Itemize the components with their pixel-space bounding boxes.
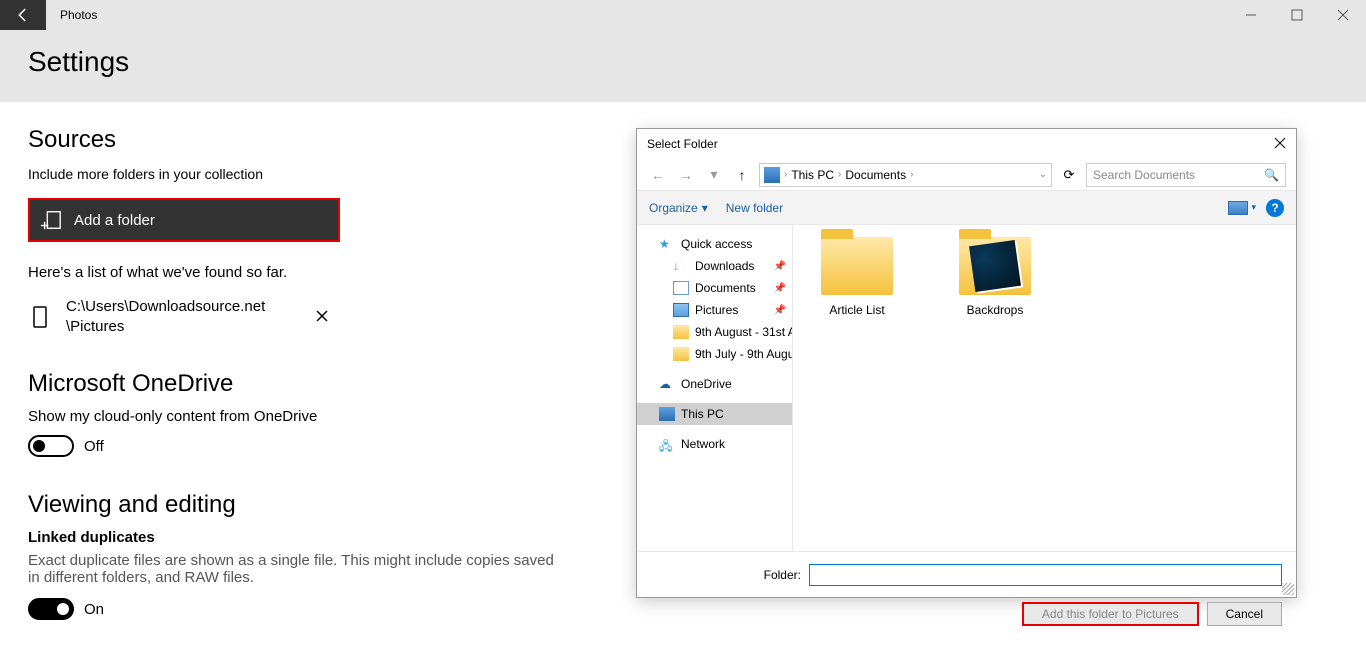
tree-folder[interactable]: 9th August - 31st Au — [637, 321, 792, 343]
pin-icon: 📌 — [774, 261, 786, 272]
download-icon: ↓ — [673, 259, 689, 273]
monitor-icon — [659, 407, 675, 421]
organize-menu[interactable]: Organize ▾ — [649, 201, 708, 215]
onedrive-toggle[interactable] — [28, 435, 74, 457]
search-icon: 🔍 — [1264, 168, 1279, 182]
chevron-right-icon: › — [784, 169, 787, 180]
tree-this-pc[interactable]: This PC — [637, 403, 792, 425]
pin-icon: 📌 — [774, 283, 786, 294]
add-this-folder-button[interactable]: Add this folder to Pictures — [1022, 602, 1199, 626]
add-folder-label: Add a folder — [74, 212, 155, 229]
add-folder-icon — [40, 209, 62, 231]
tree-pictures[interactable]: Pictures📌 — [637, 299, 792, 321]
cancel-button[interactable]: Cancel — [1207, 602, 1282, 626]
file-list: Article List Backdrops — [793, 225, 1296, 551]
tree-downloads[interactable]: ↓Downloads📌 — [637, 255, 792, 277]
new-folder-button[interactable]: New folder — [726, 201, 783, 215]
folder-icon — [673, 325, 689, 339]
tree-folder[interactable]: 9th July - 9th Augus — [637, 343, 792, 365]
folder-tree: ★Quick access ↓Downloads📌 Documents📌 Pic… — [637, 225, 793, 551]
page-title: Settings — [28, 46, 1338, 78]
folder-input[interactable] — [809, 564, 1282, 586]
folder-icon — [673, 347, 689, 361]
page-heading-area: Settings — [0, 30, 1366, 102]
onedrive-icon: ☁ — [659, 377, 675, 391]
pc-icon — [764, 167, 780, 183]
search-input[interactable]: Search Documents 🔍 — [1086, 163, 1286, 187]
device-folder-icon — [28, 305, 52, 329]
remove-folder-button[interactable] — [316, 309, 328, 325]
breadcrumb-item[interactable]: This PC — [791, 168, 834, 182]
view-icon — [1228, 201, 1248, 215]
close-button[interactable] — [1320, 0, 1366, 30]
linked-duplicates-toggle-label: On — [84, 601, 104, 618]
help-button[interactable]: ? — [1266, 199, 1284, 217]
chevron-right-icon: › — [910, 169, 913, 180]
folder-input-label: Folder: — [651, 568, 801, 582]
resize-grip[interactable] — [1282, 583, 1294, 595]
search-placeholder: Search Documents — [1093, 168, 1195, 182]
breadcrumb-item[interactable]: Documents — [845, 168, 906, 182]
linked-duplicates-body: Exact duplicate files are shown as a sin… — [28, 552, 568, 586]
dialog-title: Select Folder — [647, 137, 718, 151]
folder-name: Backdrops — [947, 303, 1043, 317]
add-folder-button[interactable]: Add a folder — [28, 198, 340, 242]
dialog-close-button[interactable] — [1274, 136, 1286, 152]
maximize-button[interactable] — [1274, 0, 1320, 30]
tree-quick-access[interactable]: ★Quick access — [637, 233, 792, 255]
select-folder-dialog: Select Folder ← → ▾ ↑ › This PC › Docume… — [636, 128, 1297, 598]
nav-forward-button[interactable]: → — [675, 167, 697, 183]
folder-icon — [959, 237, 1031, 295]
network-icon: 🖧 — [659, 437, 675, 451]
tree-network[interactable]: 🖧Network — [637, 433, 792, 455]
tree-documents[interactable]: Documents📌 — [637, 277, 792, 299]
pin-icon: 📌 — [774, 305, 786, 316]
nav-back-button[interactable]: ← — [647, 167, 669, 183]
nav-recent-dropdown[interactable]: ▾ — [703, 166, 725, 183]
refresh-button[interactable]: ⟳ — [1058, 167, 1080, 183]
breadcrumb[interactable]: › This PC › Documents › ⌄ — [759, 163, 1052, 187]
star-icon: ★ — [659, 237, 675, 251]
minimize-button[interactable] — [1228, 0, 1274, 30]
tree-onedrive[interactable]: ☁OneDrive — [637, 373, 792, 395]
pictures-icon — [673, 303, 689, 317]
titlebar: Photos — [0, 0, 1366, 30]
document-icon — [673, 281, 689, 295]
folder-name: Article List — [809, 303, 905, 317]
chevron-down-icon[interactable]: ⌄ — [1039, 169, 1047, 180]
folder-path: C:\Users\Downloadsource.net \Pictures — [66, 297, 306, 336]
chevron-down-icon: ▾ — [702, 201, 708, 215]
linked-duplicates-toggle[interactable] — [28, 598, 74, 620]
onedrive-toggle-label: Off — [84, 438, 104, 455]
app-title: Photos — [60, 8, 97, 22]
view-button[interactable]: ▾ — [1228, 201, 1256, 215]
chevron-right-icon: › — [838, 169, 841, 180]
folder-icon — [821, 237, 893, 295]
back-button[interactable] — [0, 0, 46, 30]
nav-up-button[interactable]: ↑ — [731, 167, 753, 183]
folder-item[interactable]: Backdrops — [947, 237, 1043, 317]
chevron-down-icon: ▾ — [1251, 202, 1256, 213]
folder-item[interactable]: Article List — [809, 237, 905, 317]
